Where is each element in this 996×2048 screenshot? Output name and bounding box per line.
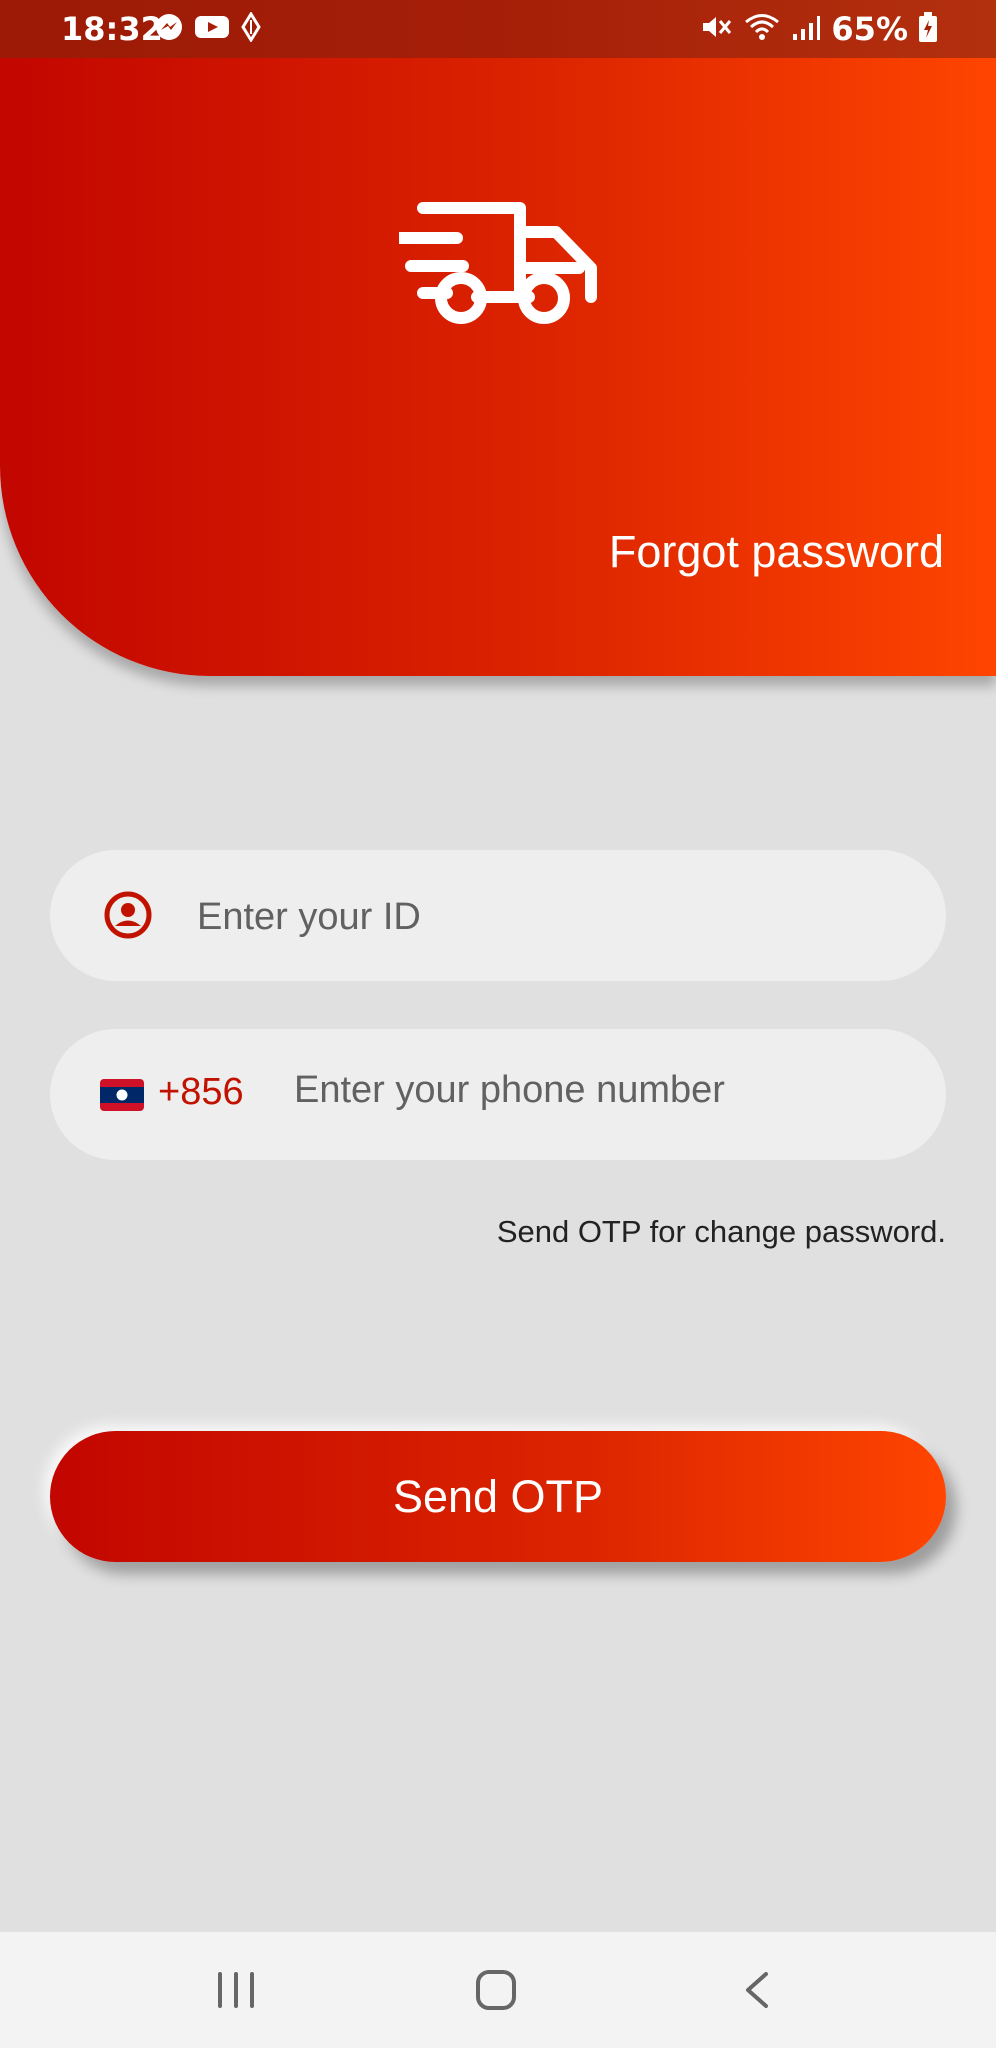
back-icon[interactable] xyxy=(738,1968,776,2012)
recent-apps-icon[interactable] xyxy=(214,1972,258,2008)
youtube-icon xyxy=(194,13,230,45)
signal-icon xyxy=(791,12,821,46)
phone-number-input[interactable]: +856 Enter your phone number xyxy=(50,1029,946,1160)
status-left-icons xyxy=(154,11,262,46)
id-input-placeholder: Enter your ID xyxy=(197,896,421,938)
laos-flag-icon xyxy=(100,1079,144,1111)
sync-diamond-icon xyxy=(240,11,262,46)
status-bar: 18:32 65% xyxy=(0,0,996,58)
send-otp-button[interactable]: Send OTP xyxy=(50,1431,946,1562)
home-icon[interactable] xyxy=(474,1968,518,2012)
battery-percentage: 65% xyxy=(831,10,908,48)
delivery-truck-icon xyxy=(393,190,598,330)
page-title: Forgot password xyxy=(608,526,944,577)
helper-text: Send OTP for change password. xyxy=(496,1214,946,1249)
messenger-icon xyxy=(154,12,184,46)
mute-icon xyxy=(699,12,733,46)
wifi-icon xyxy=(743,12,781,46)
phone-input-placeholder: Enter your phone number xyxy=(294,1069,725,1111)
status-time: 18:32 xyxy=(61,10,163,48)
user-circle-icon xyxy=(103,890,153,940)
header-banner: Forgot password xyxy=(0,58,996,676)
system-navigation-bar xyxy=(0,1932,996,2048)
status-right-icons: 65% xyxy=(699,10,938,48)
country-code[interactable]: +856 xyxy=(158,1071,244,1114)
id-input[interactable]: Enter your ID xyxy=(50,850,946,981)
battery-charging-icon xyxy=(918,11,938,47)
